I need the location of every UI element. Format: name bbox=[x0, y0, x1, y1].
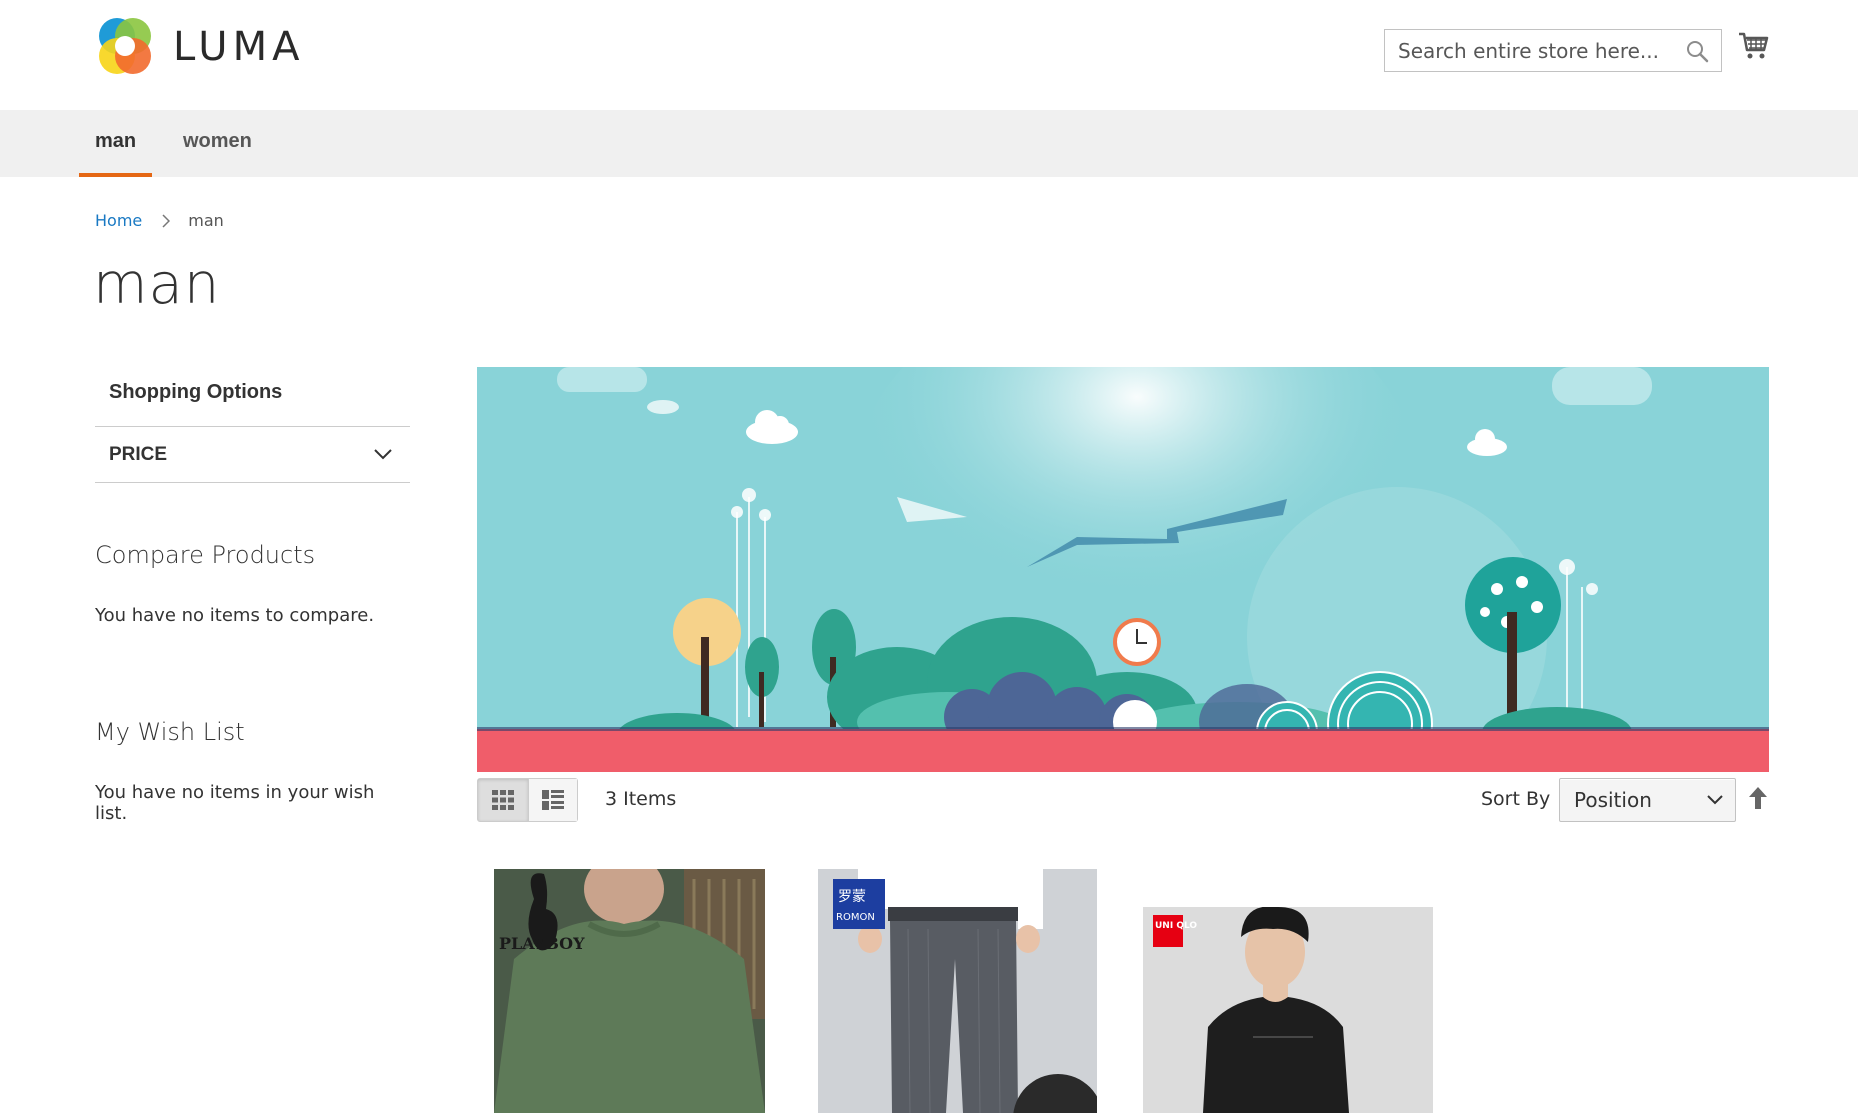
items-count: 3 Items bbox=[605, 788, 677, 810]
sidebar: Shopping Options PRICE Compare Products … bbox=[95, 365, 410, 824]
breadcrumb-home-link[interactable]: Home bbox=[95, 211, 142, 230]
category-banner-image bbox=[477, 367, 1769, 772]
sort-by-value: Position bbox=[1574, 788, 1652, 812]
product-photo: UNI QLO bbox=[1143, 907, 1433, 1113]
sort-by-label: Sort By bbox=[1481, 788, 1551, 810]
breadcrumb: Home man bbox=[95, 211, 224, 230]
product-brand-text: UNI QLO bbox=[1155, 921, 1197, 931]
list-view-button[interactable] bbox=[527, 779, 577, 821]
sort-by-select[interactable]: Position bbox=[1559, 778, 1736, 822]
wishlist-title: My Wish List bbox=[95, 718, 245, 746]
chevron-down-icon bbox=[1707, 795, 1723, 805]
brand-name: LUMA bbox=[173, 24, 305, 70]
compare-products-title: Compare Products bbox=[95, 541, 316, 569]
luma-logo[interactable]: LUMA bbox=[95, 16, 304, 78]
search-input[interactable] bbox=[1385, 30, 1721, 71]
nav-item-man[interactable]: man bbox=[79, 110, 153, 177]
search-box bbox=[1384, 29, 1722, 72]
chevron-right-icon bbox=[162, 213, 171, 228]
product-photo: PLAYBOY bbox=[494, 869, 765, 1113]
product-image-trousers[interactable]: 罗蒙 ROMON bbox=[818, 869, 1097, 1113]
shopping-cart-icon[interactable] bbox=[1738, 30, 1770, 62]
filter-price-label: PRICE bbox=[109, 444, 168, 465]
list-view-icon bbox=[541, 790, 564, 810]
page-title: man bbox=[93, 252, 221, 317]
product-brand-text: PLAYBOY bbox=[499, 934, 585, 953]
main-navigation: man women bbox=[0, 110, 1858, 177]
product-image-sweatshirt[interactable]: PLAYBOY bbox=[494, 869, 765, 1113]
luma-logo-icon bbox=[99, 18, 151, 74]
grid-view-icon bbox=[491, 790, 514, 810]
nav-item-women[interactable]: women bbox=[167, 110, 268, 177]
shopping-options-title: Shopping Options bbox=[95, 365, 410, 427]
product-brand-text: ROMON bbox=[836, 912, 875, 923]
grid-view-button[interactable] bbox=[478, 779, 528, 821]
page-header: LUMA bbox=[0, 0, 1858, 110]
products-toolbar: 3 Items Sort By Position bbox=[477, 778, 1769, 822]
breadcrumb-current: man bbox=[188, 211, 224, 230]
filter-price[interactable]: PRICE bbox=[95, 427, 410, 483]
wishlist-empty-text: You have no items in your wish list. bbox=[95, 782, 375, 824]
chevron-down-icon bbox=[374, 449, 392, 460]
view-mode-switcher bbox=[477, 778, 578, 822]
product-photo: 罗蒙 ROMON bbox=[818, 869, 1097, 1113]
product-image-tshirt[interactable]: UNI QLO bbox=[1143, 907, 1433, 1113]
arrow-up-icon[interactable] bbox=[1749, 787, 1767, 809]
search-icon[interactable] bbox=[1685, 39, 1709, 63]
compare-empty-text: You have no items to compare. bbox=[95, 605, 375, 626]
brand-logo-cjk: 罗蒙 bbox=[838, 889, 866, 905]
banner-illustration bbox=[477, 367, 1769, 772]
